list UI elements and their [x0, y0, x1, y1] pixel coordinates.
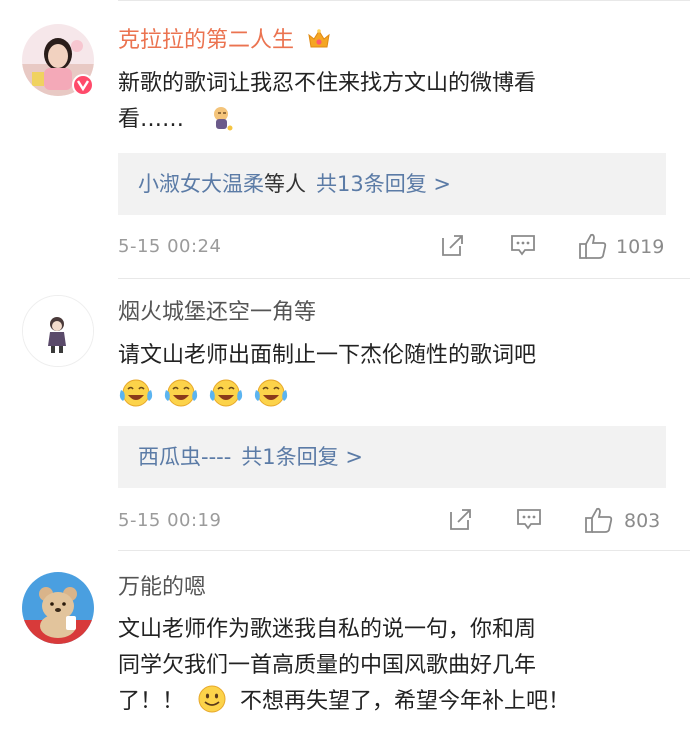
like-icon[interactable] [578, 232, 608, 265]
reply-suffix: 等人 [264, 172, 306, 196]
like-icon[interactable] [584, 506, 614, 539]
comment-text: 文山老师作为歌迷我自私的说一句，你和周 同学欠我们一首高质量的中国风歌曲好几年 … [118, 612, 658, 726]
text-line: 了！！ 不想再失望了，希望今年补上吧！ [118, 684, 658, 726]
comment-text: 新歌的歌词让我忍不住来找方文山的微博看 看…… [118, 66, 658, 144]
like-count: 1019 [616, 236, 665, 258]
laugh-cry-emoji-icon [119, 379, 153, 407]
text-line: 新歌的歌词让我忍不住来找方文山的微博看 [118, 71, 537, 96]
username[interactable]: 克拉拉的第二人生 [118, 27, 331, 59]
text-line: 请文山老师出面制止一下杰伦随性的歌词吧 [118, 343, 537, 368]
reply-summary[interactable]: 西瓜虫---- 共1条回复 > [118, 426, 666, 488]
avatar[interactable] [22, 572, 94, 644]
laugh-cry-emoji-icon [164, 379, 198, 407]
avatar[interactable] [22, 295, 94, 367]
reply-count-link[interactable]: 共1条回复 > [241, 445, 363, 469]
text-fragment: 看…… [118, 107, 185, 132]
username-text[interactable]: 克拉拉的第二人生 [118, 28, 294, 53]
comment-item: 烟火城堡还空一角等 请文山老师出面制止一下杰伦随性的歌词吧 西瓜虫---- 共1… [0, 278, 690, 550]
comment-icon[interactable] [510, 232, 536, 263]
username[interactable]: 烟火城堡还空一角等 [118, 299, 316, 327]
comment-text: 请文山老师出面制止一下杰伦随性的歌词吧 [118, 338, 658, 412]
comment-item: 克拉拉的第二人生 新歌的歌词让我忍不住来找方文山的微博看 看…… 小淑女大温柔等… [0, 0, 690, 278]
share-icon[interactable] [440, 232, 466, 263]
username-text[interactable]: 万能的嗯 [118, 575, 206, 600]
text-line: 同学欠我们一首高质量的中国风歌曲好几年 [118, 653, 537, 678]
smile-emoji-icon [197, 684, 227, 726]
laugh-cry-emoji-icon [254, 379, 288, 407]
like-count: 803 [624, 510, 661, 532]
comment-meta: 5-15 00:24 1019 [118, 232, 666, 262]
comment-meta: 5-15 00:19 803 [118, 506, 666, 536]
comment-icon[interactable] [516, 506, 542, 537]
comment-item: 万能的嗯 文山老师作为歌迷我自私的说一句，你和周 同学欠我们一首高质量的中国风歌… [0, 550, 690, 739]
timestamp: 5-15 00:24 [118, 236, 222, 257]
laugh-cry-emoji-icon [209, 379, 243, 407]
emoji-row [118, 374, 658, 412]
text-fragment: 不想再失望了，希望今年补上吧！ [240, 689, 571, 714]
crown-icon [307, 27, 331, 59]
reply-names[interactable]: 小淑女大温柔 [138, 172, 264, 196]
reply-summary[interactable]: 小淑女大温柔等人 共13条回复 > [118, 153, 666, 215]
text-fragment: 了！！ [118, 689, 185, 714]
reply-names[interactable]: 西瓜虫---- [138, 445, 231, 469]
reply-count-link[interactable]: 共13条回复 > [316, 172, 451, 196]
username-text[interactable]: 烟火城堡还空一角等 [118, 300, 316, 325]
vip-badge-icon [72, 74, 94, 96]
username[interactable]: 万能的嗯 [118, 574, 206, 602]
text-line: 文山老师作为歌迷我自私的说一句，你和周 [118, 617, 537, 642]
text-line: 看…… [118, 102, 658, 144]
sweat-emoji-icon [209, 104, 235, 144]
share-icon[interactable] [448, 506, 474, 537]
timestamp: 5-15 00:19 [118, 510, 222, 531]
